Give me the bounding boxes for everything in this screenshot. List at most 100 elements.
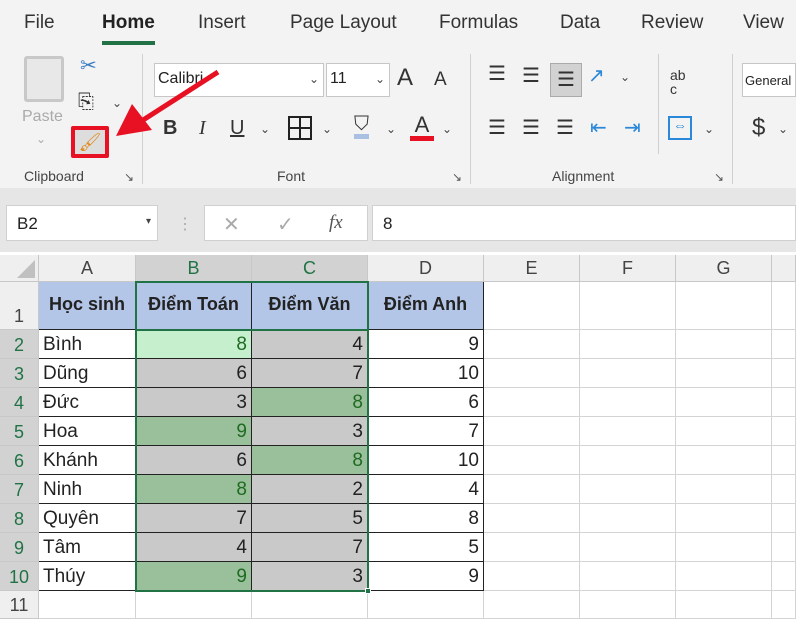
paste-icon[interactable] [24, 56, 64, 102]
cell[interactable] [676, 504, 772, 533]
row-header-4[interactable]: 4 [0, 388, 39, 417]
cell[interactable]: 8 [368, 504, 484, 533]
name-box[interactable]: B2 ▾ [6, 205, 158, 241]
align-top-icon[interactable]: ☰ [488, 64, 506, 84]
cell[interactable]: Ninh [39, 475, 136, 504]
row-header-9[interactable]: 9 [0, 533, 39, 562]
currency-dropdown-icon[interactable]: ⌄ [778, 122, 788, 136]
decrease-font-icon[interactable]: A [434, 70, 447, 89]
cell[interactable] [580, 359, 676, 388]
borders-dropdown-icon[interactable]: ⌄ [322, 122, 332, 136]
cell[interactable] [484, 504, 580, 533]
wrap-text-icon[interactable]: ab c [670, 68, 694, 96]
align-right-icon[interactable]: ☰ [556, 118, 574, 138]
table-header-cell[interactable]: Học sinh [39, 282, 136, 330]
formula-input[interactable]: 8 [372, 205, 796, 241]
cell[interactable] [136, 591, 252, 619]
cell[interactable]: 3 [252, 417, 368, 446]
cell[interactable] [484, 475, 580, 504]
cell[interactable]: 9 [136, 417, 252, 446]
merge-center-icon[interactable]: ⇔ [668, 116, 692, 140]
paste-dropdown-icon[interactable]: ⌄ [36, 132, 46, 146]
row-header-7[interactable]: 7 [0, 475, 39, 504]
tab-insert[interactable]: Insert [198, 12, 246, 34]
increase-indent-icon[interactable]: ⇥ [624, 118, 641, 138]
cell[interactable] [484, 388, 580, 417]
cell[interactable] [580, 417, 676, 446]
cell[interactable]: 7 [252, 533, 368, 562]
cell[interactable] [676, 446, 772, 475]
cell[interactable]: 2 [252, 475, 368, 504]
enter-icon[interactable]: ✓ [277, 212, 294, 237]
underline-button[interactable]: U [230, 118, 244, 138]
row-header-5[interactable]: 5 [0, 417, 39, 446]
select-all-corner[interactable] [0, 255, 39, 282]
tab-formulas[interactable]: Formulas [439, 12, 518, 34]
cell[interactable]: 5 [252, 504, 368, 533]
cell[interactable] [772, 359, 796, 388]
table-header-cell[interactable]: Điểm Toán [136, 282, 252, 330]
cell[interactable]: 8 [136, 475, 252, 504]
cell[interactable] [676, 359, 772, 388]
cell[interactable]: Tâm [39, 533, 136, 562]
row-header-1[interactable]: 1 [0, 282, 39, 330]
column-header-h[interactable] [772, 255, 796, 282]
cell[interactable] [676, 417, 772, 446]
align-middle-icon[interactable]: ☰ [522, 66, 540, 86]
cell[interactable] [484, 591, 580, 619]
cell[interactable]: 3 [252, 562, 368, 591]
cell[interactable] [772, 533, 796, 562]
cell[interactable]: 6 [368, 388, 484, 417]
cell[interactable]: 8 [136, 330, 252, 359]
copy-icon[interactable]: ⎘ [78, 92, 94, 112]
cell[interactable] [676, 388, 772, 417]
cell[interactable] [676, 282, 772, 330]
currency-icon[interactable]: $ [752, 116, 765, 140]
cell[interactable]: Khánh [39, 446, 136, 475]
cell[interactable] [676, 533, 772, 562]
column-header-b[interactable]: B [136, 255, 252, 282]
cell[interactable]: 10 [368, 446, 484, 475]
cell[interactable] [772, 562, 796, 591]
cut-icon[interactable]: ✂ [80, 56, 97, 76]
cell[interactable] [580, 562, 676, 591]
orientation-dropdown-icon[interactable]: ⌄ [620, 70, 630, 84]
row-header-6[interactable]: 6 [0, 446, 39, 475]
cell[interactable]: 8 [252, 388, 368, 417]
cell[interactable]: 9 [368, 562, 484, 591]
tab-data[interactable]: Data [560, 12, 600, 34]
cell[interactable] [484, 562, 580, 591]
cell[interactable] [772, 417, 796, 446]
cell[interactable]: Dũng [39, 359, 136, 388]
cell[interactable]: Thúy [39, 562, 136, 591]
cell[interactable]: 6 [136, 359, 252, 388]
cell[interactable] [676, 562, 772, 591]
fill-color-icon[interactable]: ⛉ [354, 114, 369, 139]
column-header-e[interactable]: E [484, 255, 580, 282]
cell[interactable]: 6 [136, 446, 252, 475]
cell[interactable] [580, 591, 676, 619]
cell[interactable] [484, 282, 580, 330]
cell[interactable] [772, 475, 796, 504]
font-size-select[interactable]: 11 ⌄ [326, 63, 390, 97]
cell[interactable] [580, 504, 676, 533]
cell[interactable] [580, 388, 676, 417]
cell[interactable]: 7 [252, 359, 368, 388]
cell[interactable]: 4 [368, 475, 484, 504]
tab-review[interactable]: Review [641, 12, 703, 34]
underline-dropdown-icon[interactable]: ⌄ [260, 122, 270, 136]
cell[interactable] [676, 591, 772, 619]
number-format-select[interactable]: General [742, 63, 796, 97]
cell[interactable] [484, 446, 580, 475]
cell[interactable] [676, 330, 772, 359]
decrease-indent-icon[interactable]: ⇤ [590, 118, 607, 138]
table-header-cell[interactable]: Điểm Anh [368, 282, 484, 330]
cell[interactable] [580, 475, 676, 504]
row-header-10[interactable]: 10 [0, 562, 39, 591]
tab-page-layout[interactable]: Page Layout [290, 12, 397, 34]
column-header-c[interactable]: C [252, 255, 368, 282]
column-header-a[interactable]: A [39, 255, 136, 282]
column-header-g[interactable]: G [676, 255, 772, 282]
cell[interactable] [484, 533, 580, 562]
cell[interactable]: Đức [39, 388, 136, 417]
